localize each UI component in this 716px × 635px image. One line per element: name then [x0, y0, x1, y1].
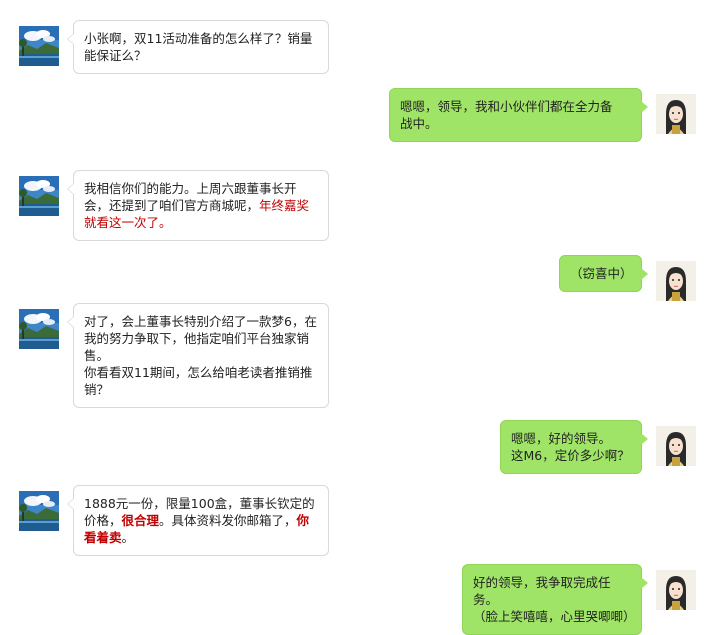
- incoming-message-bubble[interactable]: 1888元一份，限量100盒，董事长钦定的 价格，很合理。具体资料发你邮箱了，你看…: [67, 485, 329, 556]
- highlighted-text: 就看这一次了。: [84, 215, 172, 230]
- message-text: 这M6，定价多少啊？: [511, 448, 630, 463]
- highlighted-text: 你: [296, 513, 310, 528]
- message-line: 售。: [84, 347, 318, 364]
- message-text: 1888元一份，限量100盒，董事长钦定的: [84, 496, 315, 511]
- message-text: 小张啊，双11活动准备的怎么样了？销量: [84, 31, 313, 46]
- sender-avatar[interactable]: [19, 491, 59, 531]
- message-line: 1888元一份，限量100盒，董事长钦定的: [84, 495, 318, 512]
- message-text: 售。: [84, 348, 110, 363]
- outgoing-message-bubble[interactable]: 嗯嗯，好的领导。这M6，定价多少啊？: [500, 420, 648, 474]
- highlighted-text: 看着卖: [84, 530, 122, 545]
- message-line: 能保证么？: [84, 47, 318, 64]
- message-text: 销？: [84, 382, 110, 397]
- message-text: 能保证么？: [84, 48, 147, 63]
- message-text: 好的领导，我争取完成任务。: [473, 575, 611, 607]
- message-line: 销？: [84, 381, 318, 398]
- self-avatar[interactable]: [656, 261, 696, 301]
- message-text: 我相信你们的能力。上周六跟董事长开: [84, 181, 297, 196]
- incoming-message-bubble[interactable]: 对了，会上董事长特别介绍了一款梦6，在 我的努力争取下，他指定咱们平台独家销 售。你…: [67, 303, 329, 408]
- message-line: 价格，很合理。具体资料发你邮箱了，你: [84, 512, 318, 529]
- sender-avatar[interactable]: [19, 309, 59, 349]
- outgoing-message-bubble[interactable]: 嗯嗯，领导，我和小伙伴们都在全力备 战中。: [389, 88, 648, 142]
- sender-avatar[interactable]: [19, 176, 59, 216]
- message-line: 我的努力争取下，他指定咱们平台独家销: [84, 330, 318, 347]
- message-line: （脸上笑嘻嘻，心里哭唧唧）: [473, 608, 636, 625]
- message-line: （窃喜中）: [570, 265, 633, 282]
- message-line: 嗯嗯，好的领导。: [511, 430, 631, 447]
- message-line: 我相信你们的能力。上周六跟董事长开: [84, 180, 318, 197]
- message-line: 战中。: [400, 115, 631, 132]
- message-text: （窃喜中）: [570, 266, 633, 281]
- self-avatar[interactable]: [656, 94, 696, 134]
- message-text: 。: [121, 530, 135, 545]
- message-text: （脸上笑嘻嘻，心里哭唧唧）: [473, 609, 636, 624]
- message-text: 我的努力争取下，他指定咱们平台独家销: [84, 331, 310, 346]
- message-line: 就看这一次了。: [84, 214, 318, 231]
- message-line: 对了，会上董事长特别介绍了一款梦6，在: [84, 313, 318, 330]
- incoming-message-bubble[interactable]: 我相信你们的能力。上周六跟董事长开 会，还提到了咱们官方商城呢，年终嘉奖 就看这一次…: [67, 170, 329, 241]
- message-text: 战中。: [400, 116, 438, 131]
- incoming-message-bubble[interactable]: 小张啊，双11活动准备的怎么样了？销量 能保证么？: [67, 20, 329, 74]
- highlighted-text: 很合理: [121, 513, 160, 528]
- message-text: 嗯嗯，好的领导。: [511, 431, 612, 446]
- message-text: 你看看双11期间，怎么给咱老读者推销推: [84, 365, 313, 380]
- message-text: 会，还提到了咱们官方商城呢，: [84, 198, 260, 213]
- outgoing-message-bubble[interactable]: （窃喜中）: [559, 255, 648, 292]
- message-line: 好的领导，我争取完成任务。: [473, 574, 631, 608]
- self-avatar[interactable]: [656, 570, 696, 610]
- message-text: 。具体资料发你邮箱了，: [159, 513, 297, 528]
- message-line: 你看看双11期间，怎么给咱老读者推销推: [84, 364, 318, 381]
- message-line: 看着卖。: [84, 529, 318, 546]
- message-text: 价格，: [84, 513, 122, 528]
- message-line: 小张啊，双11活动准备的怎么样了？销量: [84, 30, 318, 47]
- message-text: 嗯嗯，领导，我和小伙伴们都在全力备: [400, 99, 613, 114]
- outgoing-message-bubble[interactable]: 好的领导，我争取完成任务。 （脸上笑嘻嘻，心里哭唧唧）: [462, 564, 648, 635]
- message-text: 对了，会上董事长特别介绍了一款梦6，在: [84, 314, 317, 329]
- sender-avatar[interactable]: [19, 26, 59, 66]
- message-line: 会，还提到了咱们官方商城呢，年终嘉奖: [84, 197, 318, 214]
- self-avatar[interactable]: [656, 426, 696, 466]
- message-line: 嗯嗯，领导，我和小伙伴们都在全力备: [400, 98, 631, 115]
- message-line: 这M6，定价多少啊？: [511, 447, 631, 464]
- highlighted-text: 年终嘉奖: [259, 198, 310, 213]
